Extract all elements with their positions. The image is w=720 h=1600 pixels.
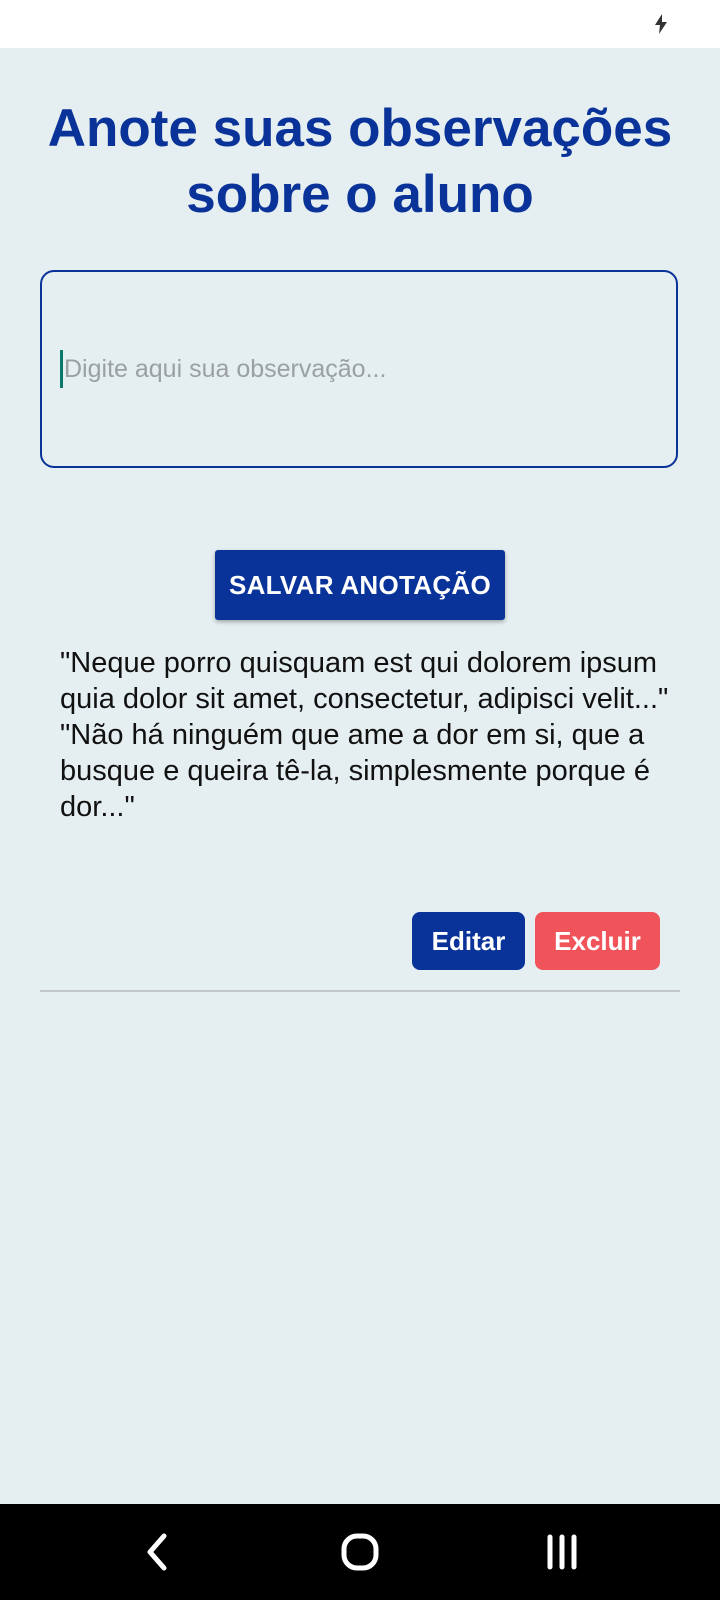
divider	[40, 990, 680, 992]
home-icon[interactable]	[330, 1522, 390, 1582]
note-item: "Neque porro quisquam est qui dolorem ip…	[60, 645, 680, 825]
charging-bolt-icon	[655, 14, 667, 34]
observation-placeholder: Digite aqui sua observação...	[64, 355, 387, 383]
recent-apps-icon[interactable]	[532, 1522, 592, 1582]
status-bar	[0, 0, 720, 48]
observation-input[interactable]: Digite aqui sua observação...	[40, 270, 678, 468]
save-note-button[interactable]: SALVAR ANOTAÇÃO	[215, 550, 505, 620]
page-title: Anote suas observações sobre o aluno	[47, 99, 673, 224]
navigation-bar	[0, 1504, 720, 1600]
note-paragraph: "Não há ninguém que ame a dor em si, que…	[60, 719, 651, 823]
note-paragraph: "Neque porro quisquam est qui dolorem ip…	[60, 647, 669, 715]
text-caret	[60, 350, 63, 388]
edit-button[interactable]: Editar	[412, 912, 525, 970]
back-icon[interactable]	[128, 1522, 188, 1582]
delete-button[interactable]: Excluir	[535, 912, 660, 970]
